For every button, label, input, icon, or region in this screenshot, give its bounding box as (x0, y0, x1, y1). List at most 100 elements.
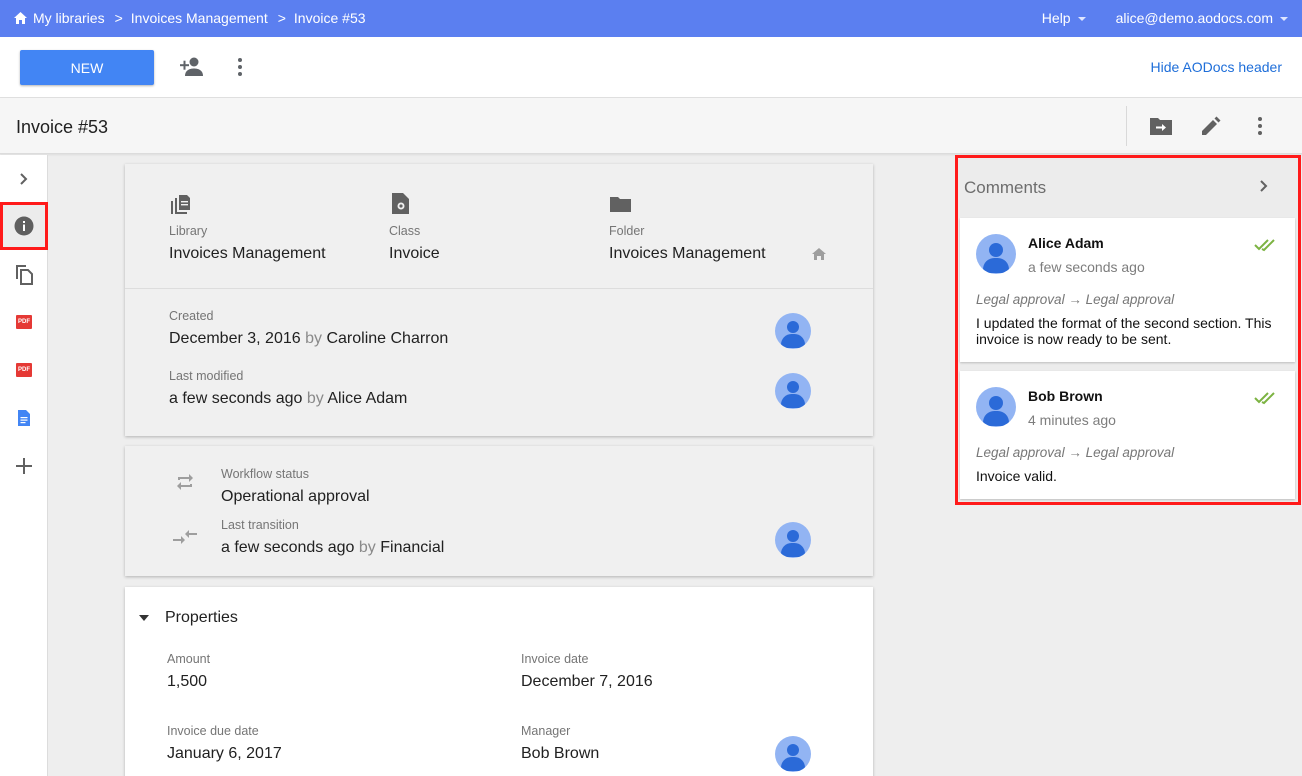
last-transition-value: a few seconds ago by Financial (221, 539, 444, 557)
workflow-status-label: Workflow status (221, 467, 309, 481)
pdf-icon: PDF (16, 315, 32, 329)
breadcrumb-document[interactable]: Invoice #53 (294, 10, 366, 26)
transition-date: a few seconds ago (221, 539, 355, 556)
properties-heading: Properties (165, 609, 238, 626)
left-rail: PDF PDF (0, 155, 48, 776)
attachment-pdf-1[interactable]: PDF (0, 298, 48, 346)
comment-text: Invoice valid. (976, 468, 1057, 484)
transition-by-name: Financial (380, 539, 445, 556)
doc-icon (18, 410, 30, 426)
amount-label: Amount (167, 652, 211, 666)
class-label: Class (389, 224, 421, 238)
avatar[interactable] (775, 522, 811, 558)
divider (1126, 106, 1127, 146)
modified-date: a few seconds ago (169, 390, 303, 407)
comment-author: Bob Brown (1028, 388, 1103, 404)
caret-down-icon (139, 615, 149, 621)
home-icon[interactable] (812, 248, 826, 260)
folder-value[interactable]: Invoices Management (609, 245, 766, 263)
library-label: Library (169, 224, 208, 238)
invoice-date-label: Invoice date (521, 652, 589, 666)
avatar[interactable] (775, 313, 811, 349)
created-value: December 3, 2016 by Caroline Charron (169, 330, 448, 348)
by-word: by (305, 330, 322, 347)
info-icon (14, 216, 34, 236)
comment-card: Alice Adam a few seconds ago Legal appro… (960, 218, 1295, 362)
page-title: Invoice #53 (16, 117, 109, 137)
breadcrumb-library[interactable]: Invoices Management (131, 10, 268, 26)
comments-title: Comments (964, 178, 1047, 197)
library-icon (171, 195, 190, 214)
breadcrumb: My libraries > Invoices Management > Inv… (14, 10, 366, 26)
add-attachment-button[interactable] (0, 442, 48, 490)
avatar[interactable] (775, 373, 811, 409)
more-vert-icon[interactable] (1248, 115, 1272, 137)
breadcrumb-separator: > (277, 10, 286, 26)
manager-label: Manager (521, 724, 571, 738)
user-menu[interactable]: alice@demo.aodocs.com (1116, 10, 1288, 26)
add-person-icon[interactable] (178, 56, 204, 78)
comment-transition: Legal approval → Legal approval (976, 445, 1175, 460)
document-summary-card: Library Invoices Management Class Invoic… (125, 164, 873, 436)
double-check-icon (1254, 392, 1275, 405)
class-icon (392, 193, 409, 214)
avatar[interactable] (976, 387, 1016, 427)
properties-toggle[interactable]: Properties (139, 609, 238, 627)
comment-transition: Legal approval → Legal approval (976, 292, 1175, 307)
last-modified-value: a few seconds ago by Alice Adam (169, 390, 407, 408)
new-button[interactable]: NEW (20, 50, 154, 85)
created-by-name: Caroline Charron (326, 330, 449, 347)
user-email: alice@demo.aodocs.com (1115, 10, 1273, 26)
workflow-status-value: Operational approval (221, 488, 370, 505)
caret-down-icon (1077, 17, 1086, 22)
amount-value: 1,500 (167, 673, 208, 690)
attachment-doc[interactable] (0, 394, 48, 442)
comments-panel: Comments Alice Adam a few seconds ago Le… (955, 155, 1301, 505)
workflow-card: Workflow status Operational approval Las… (125, 446, 873, 576)
avatar[interactable] (775, 736, 811, 772)
comment-time: 4 minutes ago (1028, 412, 1116, 428)
transition-arrows-icon (173, 530, 197, 544)
breadcrumb-separator: > (114, 10, 123, 26)
plus-icon (16, 458, 32, 474)
copy-icon (16, 265, 33, 285)
more-vert-icon[interactable] (232, 56, 248, 78)
invoice-date-value: December 7, 2016 (521, 673, 653, 690)
action-bar: NEW Hide AODocs header (0, 37, 1302, 98)
comment-author: Alice Adam (1028, 235, 1104, 251)
move-to-folder-icon[interactable] (1149, 115, 1173, 137)
help-menu[interactable]: Help (1042, 10, 1086, 26)
edit-pencil-icon[interactable] (1199, 115, 1223, 137)
help-label: Help (1041, 10, 1071, 26)
avatar[interactable] (976, 234, 1016, 274)
created-label: Created (169, 309, 214, 323)
comment-card: Bob Brown 4 minutes ago Legal approval →… (960, 371, 1295, 499)
workflow-cycle-icon (177, 474, 193, 490)
attachment-pdf-2[interactable]: PDF (0, 346, 48, 394)
modified-by-name: Alice Adam (327, 390, 408, 407)
pdf-icon: PDF (16, 363, 32, 377)
comment-text: I updated the format of the second secti… (976, 315, 1272, 347)
folder-label: Folder (609, 224, 645, 238)
last-modified-label: Last modified (169, 369, 244, 383)
last-transition-label: Last transition (221, 518, 299, 532)
library-value[interactable]: Invoices Management (169, 245, 326, 263)
home-icon[interactable] (14, 12, 27, 24)
class-value: Invoice (389, 245, 440, 262)
manager-value: Bob Brown (521, 745, 600, 762)
created-date: December 3, 2016 (169, 330, 301, 347)
top-header-bar: My libraries > Invoices Management > Inv… (0, 0, 1302, 37)
by-word: by (306, 390, 324, 407)
info-tab[interactable] (0, 202, 48, 250)
expand-rail-button[interactable] (0, 155, 48, 203)
divider (125, 288, 873, 289)
chevron-right-icon (20, 173, 28, 185)
breadcrumb-my-libraries[interactable]: My libraries (33, 10, 105, 26)
double-check-icon (1254, 239, 1275, 252)
due-date-label: Invoice due date (167, 724, 259, 738)
hide-aodocs-header-link[interactable]: Hide AODocs header (1150, 59, 1282, 75)
folder-icon (610, 197, 631, 212)
chevron-right-icon[interactable] (1257, 179, 1271, 193)
copies-tab[interactable] (0, 250, 48, 298)
properties-card: Properties Amount 1,500 Invoice date Dec… (125, 587, 873, 776)
